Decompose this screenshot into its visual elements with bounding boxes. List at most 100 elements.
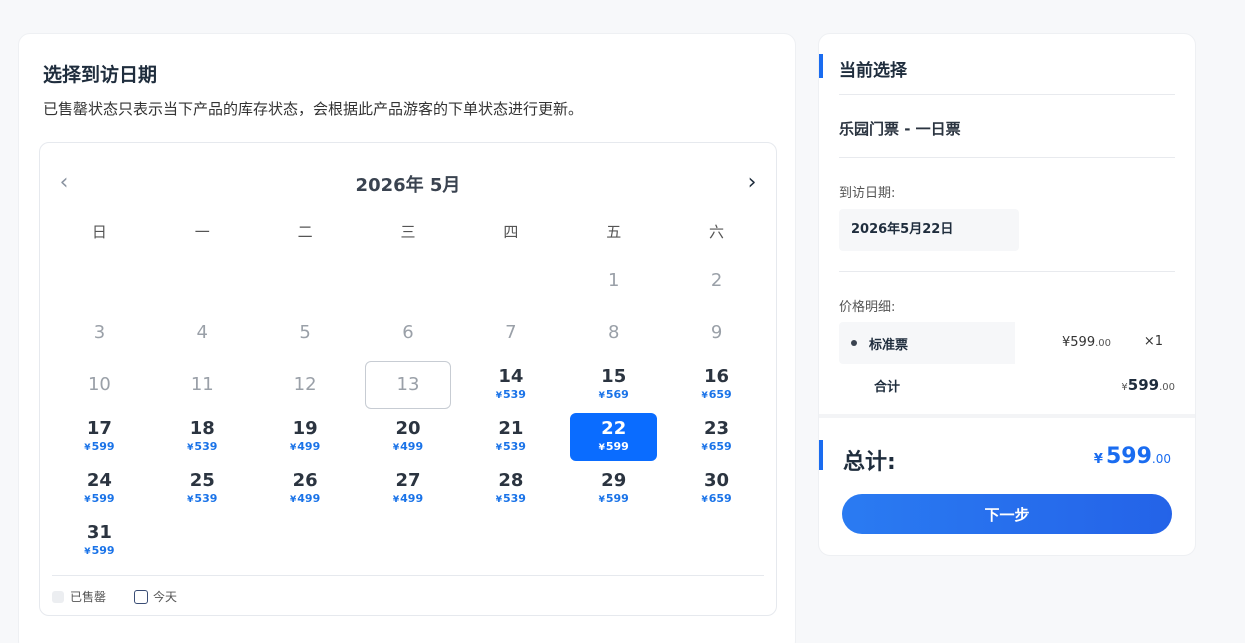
day-price: ¥569 <box>599 388 629 403</box>
day-number: 30 <box>704 470 730 491</box>
bullet-icon <box>851 340 857 346</box>
total-decimal: .00 <box>1151 452 1171 466</box>
calendar-day: 8 <box>562 307 665 359</box>
calendar-day[interactable]: 24 ¥599 <box>48 463 151 515</box>
day-price: ¥539 <box>496 440 526 455</box>
day-number: 15 <box>601 366 627 387</box>
visit-date-value: 2026年5月22日 <box>839 209 1019 251</box>
legend-today-label: 今天 <box>153 590 178 604</box>
total-value: ¥599.00 <box>1094 444 1171 469</box>
weekday-label: 三 <box>400 223 416 241</box>
calendar-days-grid: 1 2 3 4 5 6 7 8 9 10 11 12 13 14 ¥539 15 ¥569 16 ¥659 17 ¥59… <box>48 255 768 567</box>
calendar-day[interactable]: 16 ¥659 <box>665 359 768 411</box>
calendar-day[interactable]: 20 ¥499 <box>357 411 460 463</box>
divider <box>839 94 1175 95</box>
price-value: 499 <box>400 492 424 505</box>
day-number: 19 <box>292 418 318 439</box>
calendar-day[interactable]: 23 ¥659 <box>665 411 768 463</box>
section-accent-bar <box>819 440 823 470</box>
calendar-day[interactable]: 19 ¥499 <box>254 411 357 463</box>
currency-symbol: ¥ <box>495 443 502 453</box>
day-number: 5 <box>299 322 311 343</box>
weekday-label: 五 <box>606 223 622 241</box>
calendar-day[interactable]: 26 ¥499 <box>254 463 357 515</box>
calendar-day[interactable]: 27 ¥499 <box>357 463 460 515</box>
currency-symbol: ¥ <box>701 443 708 453</box>
ticket-quantity: ×1 <box>1143 334 1163 349</box>
price-value: 659 <box>708 440 732 453</box>
day-price: ¥599 <box>84 492 114 507</box>
price-value: 499 <box>400 440 424 453</box>
calendar-day[interactable]: 30 ¥659 <box>665 463 768 515</box>
calendar-day: 9 <box>665 307 768 359</box>
next-step-button[interactable]: 下一步 <box>842 494 1172 534</box>
calendar-day[interactable]: 21 ¥539 <box>459 411 562 463</box>
calendar-day: 3 <box>48 307 151 359</box>
calendar-day: 6 <box>357 307 460 359</box>
currency-symbol: ¥ <box>495 391 502 401</box>
ticket-name: 标准票 <box>869 338 909 353</box>
calendar-day[interactable]: 17 ¥599 <box>48 411 151 463</box>
day-number: 12 <box>293 374 317 395</box>
ticket-price-decimal: .00 <box>1095 338 1111 349</box>
weekday-label: 四 <box>503 223 519 241</box>
day-number: 28 <box>498 470 524 491</box>
day-number: 17 <box>86 418 112 439</box>
day-number: 31 <box>86 522 112 543</box>
calendar-day[interactable]: 31 ¥599 <box>48 515 151 567</box>
price-line-item: 标准票 ¥599.00 ×1 <box>839 322 1175 364</box>
calendar-legend: 已售罄 今天 <box>52 575 764 605</box>
currency-symbol: ¥ <box>495 495 502 505</box>
calendar-day-selected[interactable]: 22 ¥599 <box>562 411 665 463</box>
calendar-day: 5 <box>254 307 357 359</box>
day-number: 23 <box>704 418 730 439</box>
day-price: ¥499 <box>290 440 320 455</box>
page-title: 选择到访日期 <box>43 64 158 86</box>
day-number: 14 <box>498 366 524 387</box>
ticket-price-main: ¥599 <box>1062 335 1096 350</box>
day-price: ¥539 <box>187 440 217 455</box>
legend-sold-out-label: 已售罄 <box>70 590 107 604</box>
day-number: 16 <box>704 366 730 387</box>
calendar-day[interactable]: 25 ¥539 <box>151 463 254 515</box>
day-price: ¥539 <box>496 492 526 507</box>
currency-symbol: ¥ <box>701 495 708 505</box>
calendar-day[interactable]: 15 ¥569 <box>562 359 665 411</box>
day-price: ¥599 <box>84 440 114 455</box>
day-price: ¥659 <box>701 440 731 455</box>
day-price: ¥499 <box>393 492 423 507</box>
today-frame <box>364 361 452 409</box>
visit-date-label: 到访日期: <box>839 186 896 201</box>
day-number: 2 <box>710 270 723 291</box>
calendar-day[interactable]: 14 ¥539 <box>459 359 562 411</box>
price-value: 539 <box>194 492 218 505</box>
currency-symbol: ¥ <box>290 495 297 505</box>
today-swatch <box>134 589 149 604</box>
calendar-day: 10 <box>48 359 151 411</box>
divider <box>839 271 1175 272</box>
summary-title: 当前选择 <box>839 61 907 81</box>
product-name: 乐园门票 - 一日票 <box>839 120 961 138</box>
price-value: 539 <box>503 388 526 401</box>
currency-symbol: ¥ <box>290 443 297 453</box>
currency-symbol: ¥ <box>84 547 91 557</box>
day-number: 29 <box>601 470 627 491</box>
calendar-day[interactable]: 18 ¥539 <box>151 411 254 463</box>
total-section: 总计: ¥599.00 下一步 <box>819 414 1195 557</box>
calendar-day: 7 <box>459 307 562 359</box>
calendar-blank-cell <box>151 255 254 307</box>
subtotal-value: ¥599.00 <box>1121 376 1175 394</box>
price-value: 659 <box>708 388 732 401</box>
chevron-right-icon[interactable]: › <box>742 171 762 195</box>
day-number: 3 <box>93 322 106 343</box>
ticket-price: ¥599.00 <box>1062 335 1111 350</box>
currency-symbol: ¥ <box>187 443 194 453</box>
calendar-day[interactable]: 29 ¥599 <box>562 463 665 515</box>
currency-symbol: ¥ <box>701 391 708 401</box>
calendar-day[interactable]: 28 ¥539 <box>459 463 562 515</box>
calendar: ‹ 2026年 5月 › 日 一 二 三 四 五 六 1 2 3 4 5 6 7 8 9 10 11… <box>39 142 777 616</box>
price-value: 499 <box>297 492 321 505</box>
currency-symbol: ¥ <box>84 443 91 453</box>
day-number: 25 <box>189 470 215 491</box>
total-amount: 599 <box>1105 444 1152 469</box>
